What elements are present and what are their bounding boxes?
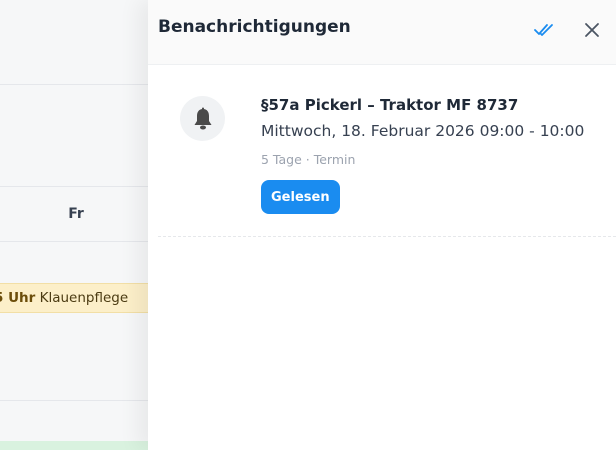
notification-item[interactable]: §57a Pickerl – Traktor MF 8737 Mittwoch,… <box>158 84 616 237</box>
calendar-day-header: Fr <box>68 206 84 222</box>
calendar-gridline <box>0 186 148 187</box>
calendar-event-title: Klauenpflege <box>39 290 129 306</box>
calendar-event-time: 5 Uhr <box>0 290 36 306</box>
calendar-gridline <box>0 84 148 85</box>
panel-title: Benachrichtigungen <box>158 17 351 37</box>
notification-meta: 5 Tage · Termin <box>261 152 356 167</box>
notification-title: §57a Pickerl – Traktor MF 8737 <box>261 96 519 114</box>
calendar-event[interactable]: 5 Uhr Klauenpflege <box>0 283 148 313</box>
notification-datetime: Mittwoch, 18. Februar 2026 09:00 - 10:00 <box>261 122 585 140</box>
panel-header: Benachrichtigungen <box>148 0 616 65</box>
calendar-gridline <box>0 241 148 242</box>
bell-icon <box>194 107 211 129</box>
notification-panel: Benachrichtigungen §57a Pickerl – Trakto… <box>148 0 616 450</box>
close-button[interactable] <box>580 18 604 42</box>
mark-read-button[interactable]: Gelesen <box>261 180 340 214</box>
notification-avatar <box>180 96 225 141</box>
mark-all-read-button[interactable] <box>532 18 556 42</box>
calendar-background: Fr 5 Uhr Klauenpflege <box>0 0 148 450</box>
calendar-gridline <box>0 400 148 401</box>
close-icon <box>585 23 599 37</box>
double-check-icon <box>534 24 553 36</box>
calendar-event-bar[interactable] <box>0 441 148 450</box>
